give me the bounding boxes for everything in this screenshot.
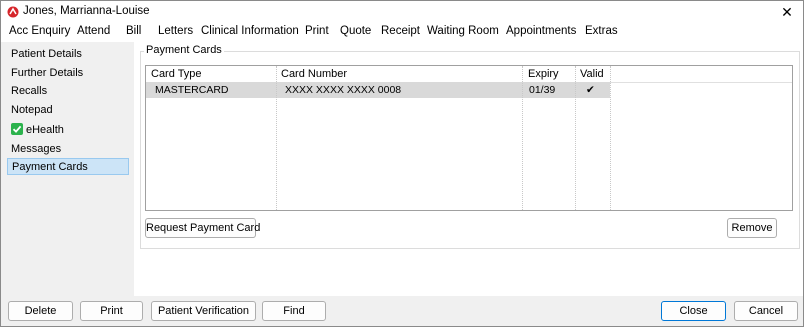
payment-cards-table[interactable]: Card Type Card Number Expiry Valid MASTE…	[145, 65, 793, 211]
menu-bar: Acc Enquiry Attend Bill Letters Clinical…	[1, 23, 803, 42]
footer-bar: Delete Print Patient Verification Find C…	[1, 296, 803, 326]
request-payment-card-button[interactable]: Request Payment Card	[145, 218, 260, 238]
remove-button[interactable]: Remove	[727, 218, 777, 238]
check-icon	[11, 123, 23, 135]
column-header-valid[interactable]: Valid	[580, 68, 604, 80]
menu-clinical-information[interactable]: Clinical Information	[201, 25, 299, 37]
close-window-icon[interactable]: ✕	[777, 2, 797, 22]
menu-appointments[interactable]: Appointments	[506, 25, 576, 37]
window-title: Jones, Marrianna-Louise	[23, 5, 150, 17]
close-button[interactable]: Close	[661, 301, 726, 321]
sidebar-item-label: Further Details	[11, 67, 84, 79]
cell-card-number: XXXX XXXX XXXX 0008	[285, 84, 402, 96]
menu-quote[interactable]: Quote	[340, 25, 371, 37]
patient-window: Jones, Marrianna-Louise ✕ Acc Enquiry At…	[0, 0, 804, 327]
column-divider	[522, 66, 523, 210]
group-label: Payment Cards	[144, 44, 224, 56]
menu-attend[interactable]: Attend	[77, 25, 110, 37]
title-bar: Jones, Marrianna-Louise ✕	[1, 1, 803, 23]
sidebar-item-messages[interactable]: Messages	[7, 141, 129, 158]
sidebar-item-recalls[interactable]: Recalls	[7, 83, 129, 100]
sidebar: Patient Details Further Details Recalls …	[1, 42, 134, 296]
find-button[interactable]: Find	[262, 301, 326, 321]
sidebar-item-ehealth[interactable]: eHealth	[7, 122, 129, 139]
menu-letters[interactable]: Letters	[158, 25, 193, 37]
table-row[interactable]: MASTERCARD XXXX XXXX XXXX 0008 01/39 ✔	[146, 82, 610, 98]
sidebar-item-label: Patient Details	[11, 48, 82, 60]
sidebar-item-label: Messages	[11, 143, 62, 155]
delete-button[interactable]: Delete	[8, 301, 73, 321]
menu-extras[interactable]: Extras	[585, 25, 618, 37]
column-divider	[610, 66, 611, 210]
cell-card-type: MASTERCARD	[155, 84, 229, 96]
menu-bill[interactable]: Bill	[126, 25, 141, 37]
sidebar-item-further-details[interactable]: Further Details	[7, 65, 129, 82]
sidebar-item-payment-cards[interactable]: Payment Cards	[7, 158, 129, 175]
column-header-card-type[interactable]: Card Type	[151, 68, 202, 80]
menu-acc-enquiry[interactable]: Acc Enquiry	[9, 25, 70, 37]
sidebar-item-label: eHealth	[26, 124, 64, 136]
column-header-expiry[interactable]: Expiry	[528, 68, 559, 80]
menu-receipt[interactable]: Receipt	[381, 25, 420, 37]
column-header-card-number[interactable]: Card Number	[281, 68, 347, 80]
cancel-button[interactable]: Cancel	[734, 301, 798, 321]
cell-valid-checkmark: ✔	[586, 84, 595, 96]
column-divider	[575, 66, 576, 210]
cell-expiry: 01/39	[529, 84, 556, 96]
sidebar-item-label: Payment Cards	[12, 161, 88, 173]
sidebar-item-label: Recalls	[11, 85, 48, 97]
print-button[interactable]: Print	[80, 301, 143, 321]
app-logo-icon	[7, 6, 19, 18]
menu-waiting-room[interactable]: Waiting Room	[427, 25, 499, 37]
patient-verification-button[interactable]: Patient Verification	[151, 301, 256, 321]
column-divider	[276, 66, 277, 210]
sidebar-item-patient-details[interactable]: Patient Details	[7, 46, 129, 63]
sidebar-item-notepad[interactable]: Notepad	[7, 102, 129, 119]
table-header: Card Type Card Number Expiry Valid	[146, 66, 792, 83]
sidebar-item-label: Notepad	[11, 104, 53, 116]
menu-print[interactable]: Print	[305, 25, 329, 37]
